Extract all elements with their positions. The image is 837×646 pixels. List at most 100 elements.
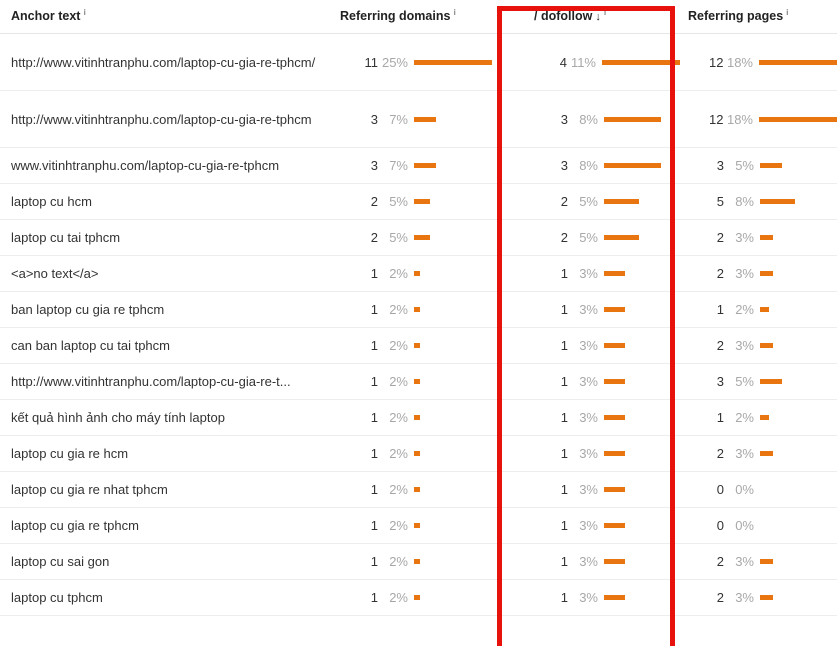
referring-pages-bar-track bbox=[760, 487, 837, 492]
anchor-text-cell[interactable]: http://www.vitinhtranphu.com/laptop-cu-g… bbox=[0, 53, 340, 72]
anchor-text-cell[interactable]: www.vitinhtranphu.com/laptop-cu-gia-re-t… bbox=[0, 156, 340, 175]
table-row[interactable]: laptop cu tphcm 1 2% 1 3% 2 3% bbox=[0, 580, 837, 616]
table-row[interactable]: laptop cu hcm 2 5% 2 5% 5 8% bbox=[0, 184, 837, 220]
anchor-text-cell[interactable]: laptop cu tphcm bbox=[0, 588, 340, 607]
referring-domains-bar-track bbox=[414, 559, 510, 564]
dofollow-percent: 3% bbox=[579, 410, 598, 425]
anchor-text-cell[interactable]: laptop cu hcm bbox=[0, 192, 340, 211]
referring-domains-bar bbox=[414, 116, 436, 122]
table-row[interactable]: <a>no text</a> 1 2% 1 3% 2 3% bbox=[0, 256, 837, 292]
referring-pages-count: 1 bbox=[716, 410, 724, 425]
dofollow-count: 3 bbox=[560, 111, 568, 127]
referring-domains-cell: 2 5% bbox=[340, 194, 510, 209]
dofollow-cell: 1 3% bbox=[510, 482, 680, 497]
referring-domains-bar-track bbox=[414, 595, 510, 600]
referring-pages-percent: 3% bbox=[735, 266, 754, 281]
table-row[interactable]: laptop cu tai tphcm 2 5% 2 5% 2 3% bbox=[0, 220, 837, 256]
table-row[interactable]: http://www.vitinhtranphu.com/laptop-cu-g… bbox=[0, 91, 837, 148]
referring-pages-cell: 2 3% bbox=[680, 266, 837, 281]
table-row[interactable]: http://www.vitinhtranphu.com/laptop-cu-g… bbox=[0, 34, 837, 91]
table-row[interactable]: kết quả hình ảnh cho máy tính laptop 1 2% 1… bbox=[0, 400, 837, 436]
dofollow-percent: 3% bbox=[579, 554, 598, 569]
anchor-text-cell[interactable]: laptop cu sai gon bbox=[0, 552, 340, 571]
referring-domains-bar bbox=[414, 595, 420, 600]
info-icon-anchor-text[interactable]: i bbox=[83, 7, 85, 17]
column-header-anchor-text[interactable]: Anchor text i bbox=[0, 7, 340, 23]
table-row[interactable]: laptop cu sai gon 1 2% 1 3% 2 3% bbox=[0, 544, 837, 580]
referring-pages-bar bbox=[760, 199, 795, 204]
table-row[interactable]: laptop cu gia re nhat tphcm 1 2% 1 3% 0 0% bbox=[0, 472, 837, 508]
referring-pages-bar-track bbox=[760, 307, 837, 312]
referring-pages-cell: 1 2% bbox=[680, 302, 837, 317]
anchor-text-cell[interactable]: laptop cu gia re tphcm bbox=[0, 516, 340, 535]
table-row[interactable]: www.vitinhtranphu.com/laptop-cu-gia-re-t… bbox=[0, 148, 837, 184]
referring-domains-count: 1 bbox=[370, 446, 378, 461]
column-header-referring-pages-label: Referring pages bbox=[688, 9, 784, 24]
dofollow-cell: 1 3% bbox=[510, 410, 680, 425]
anchor-text-cell[interactable]: <a>no text</a> bbox=[0, 264, 340, 283]
column-header-referring-pages[interactable]: Referring pages i bbox=[680, 7, 837, 23]
column-header-dofollow[interactable]: / dofollow ↓ i bbox=[510, 7, 680, 23]
referring-pages-bar bbox=[760, 163, 782, 168]
table-row[interactable]: can ban laptop cu tai tphcm 1 2% 1 3% 2 3% bbox=[0, 328, 837, 364]
info-icon-dofollow[interactable]: i bbox=[604, 7, 606, 17]
dofollow-bar bbox=[602, 59, 680, 65]
column-header-referring-domains-label: Referring domains bbox=[340, 9, 451, 24]
referring-pages-percent: 0% bbox=[735, 518, 754, 533]
dofollow-bar bbox=[604, 523, 625, 528]
referring-domains-count: 2 bbox=[370, 230, 378, 245]
referring-pages-bar bbox=[760, 343, 773, 348]
referring-pages-cell: 2 3% bbox=[680, 554, 837, 569]
anchor-text-cell[interactable]: laptop cu gia re hcm bbox=[0, 444, 340, 463]
referring-pages-bar-track bbox=[760, 271, 837, 276]
referring-pages-percent: 3% bbox=[735, 338, 754, 353]
referring-pages-cell: 2 3% bbox=[680, 590, 837, 605]
dofollow-bar bbox=[604, 343, 625, 348]
referring-domains-count: 3 bbox=[370, 158, 378, 173]
dofollow-bar-track bbox=[604, 163, 680, 168]
anchor-text-cell[interactable]: laptop cu tai tphcm bbox=[0, 228, 340, 247]
referring-pages-percent: 3% bbox=[735, 554, 754, 569]
referring-domains-count: 2 bbox=[370, 194, 378, 209]
dofollow-bar-track bbox=[604, 343, 680, 348]
table-row[interactable]: laptop cu gia re hcm 1 2% 1 3% 2 3% bbox=[0, 436, 837, 472]
anchor-text-cell[interactable]: laptop cu gia re nhat tphcm bbox=[0, 480, 340, 499]
column-header-referring-domains[interactable]: Referring domains i bbox=[340, 7, 510, 23]
table-row[interactable]: http://www.vitinhtranphu.com/laptop-cu-g… bbox=[0, 364, 837, 400]
referring-domains-count: 1 bbox=[370, 410, 378, 425]
anchor-text-cell[interactable]: http://www.vitinhtranphu.com/laptop-cu-g… bbox=[0, 372, 340, 391]
dofollow-bar-track bbox=[604, 523, 680, 528]
anchor-text-cell[interactable]: kết quả hình ảnh cho máy tính laptop bbox=[0, 408, 340, 427]
anchor-text-cell[interactable]: ban laptop cu gia re tphcm bbox=[0, 300, 340, 319]
referring-domains-cell: 11 25% bbox=[340, 55, 510, 70]
referring-domains-bar bbox=[414, 487, 420, 492]
referring-domains-cell: 3 7% bbox=[340, 112, 510, 127]
referring-domains-bar bbox=[414, 163, 436, 168]
referring-domains-percent: 25% bbox=[381, 54, 408, 70]
referring-domains-count: 1 bbox=[370, 590, 378, 605]
referring-domains-percent: 2% bbox=[389, 266, 408, 281]
referring-pages-bar-track bbox=[760, 559, 837, 564]
dofollow-bar-track bbox=[604, 307, 680, 312]
dofollow-percent: 3% bbox=[579, 374, 598, 389]
anchor-text-cell[interactable]: can ban laptop cu tai tphcm bbox=[0, 336, 340, 355]
anchor-text-cell[interactable]: http://www.vitinhtranphu.com/laptop-cu-g… bbox=[0, 110, 340, 129]
referring-domains-cell: 3 7% bbox=[340, 158, 510, 173]
referring-domains-bar-track bbox=[414, 379, 510, 384]
info-icon-referring-pages[interactable]: i bbox=[786, 7, 788, 17]
dofollow-cell: 1 3% bbox=[510, 446, 680, 461]
referring-domains-bar-track bbox=[414, 59, 510, 65]
referring-pages-count: 1 bbox=[716, 302, 724, 317]
dofollow-cell: 1 3% bbox=[510, 266, 680, 281]
dofollow-bar-track bbox=[604, 235, 680, 240]
referring-domains-cell: 1 2% bbox=[340, 410, 510, 425]
referring-pages-bar-track bbox=[760, 415, 837, 420]
referring-pages-bar-track bbox=[760, 199, 837, 204]
sort-descending-icon[interactable]: ↓ bbox=[595, 11, 601, 23]
table-row[interactable]: ban laptop cu gia re tphcm 1 2% 1 3% 1 2% bbox=[0, 292, 837, 328]
info-icon-referring-domains[interactable]: i bbox=[453, 7, 455, 17]
referring-domains-cell: 1 2% bbox=[340, 590, 510, 605]
table-row[interactable]: laptop cu gia re tphcm 1 2% 1 3% 0 0% bbox=[0, 508, 837, 544]
referring-domains-percent: 2% bbox=[389, 446, 408, 461]
referring-domains-cell: 1 2% bbox=[340, 446, 510, 461]
